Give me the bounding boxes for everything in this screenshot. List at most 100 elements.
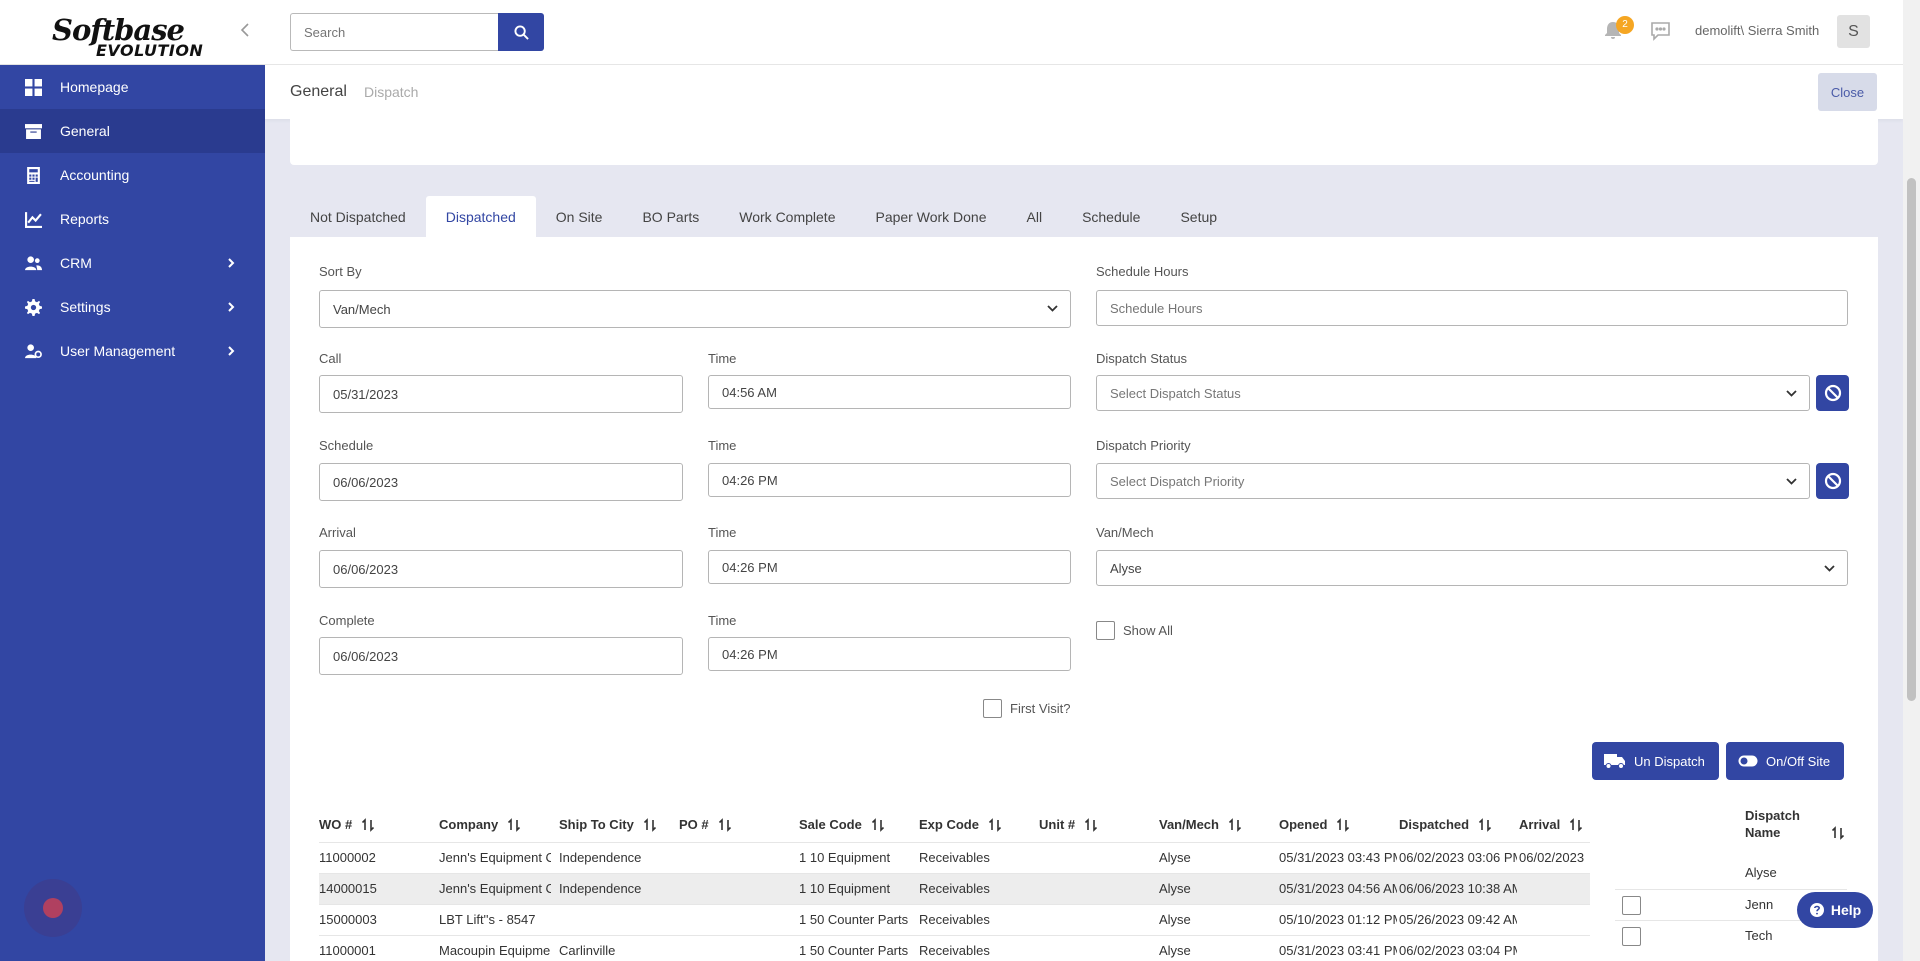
row-checkbox[interactable] (1622, 896, 1641, 915)
arrival-date-input[interactable]: 06/06/2023 (319, 550, 683, 588)
sidebar-item-crm[interactable]: CRM (0, 241, 265, 285)
chevron-down-icon (1785, 387, 1799, 401)
cell-unit (1039, 936, 1154, 961)
cell-po (679, 936, 794, 961)
sidebar-item-reports[interactable]: Reports (0, 197, 265, 241)
sort-by-label: Sort By (319, 264, 362, 279)
column-header-label: Arrival (1519, 817, 1561, 832)
sidebar-item-user-management[interactable]: User Management (0, 329, 265, 373)
avatar[interactable]: S (1837, 15, 1870, 48)
column-header-sale-code[interactable]: Sale Code (799, 807, 885, 842)
toggle-icon (1738, 755, 1758, 767)
sort-by-value: Van/Mech (333, 301, 391, 317)
schedule-time-input[interactable]: 04:26 PM (708, 463, 1071, 497)
sort-by-select[interactable]: Van/Mech (319, 290, 1071, 328)
table-row[interactable]: 11000001 Macoupin Equipment Carlinville … (319, 935, 1590, 961)
sidebar-item-label: Reports (60, 211, 110, 227)
complete-date-input[interactable]: 06/06/2023 (319, 637, 683, 675)
column-header-dispatch-name[interactable]: Dispatch Name (1745, 807, 1815, 841)
complete-time-input[interactable]: 04:26 PM (708, 637, 1071, 671)
show-all-checkbox[interactable] (1096, 621, 1115, 640)
message-icon[interactable] (1650, 21, 1672, 43)
column-header-company[interactable]: Company (439, 807, 521, 842)
schedule-time-label: Time (708, 438, 737, 453)
column-header-label: Exp Code (919, 817, 979, 832)
cell-exp-code: Receivables (919, 943, 990, 958)
schedule-date-value: 06/06/2023 (333, 474, 399, 490)
schedule-hours-input[interactable] (1096, 290, 1848, 326)
close-button[interactable]: Close (1818, 73, 1877, 111)
column-header-arrival[interactable]: Arrival (1519, 807, 1583, 842)
cell-sale-code: 1 50 Counter Parts (799, 912, 909, 927)
help-button[interactable]: Help (1797, 892, 1873, 928)
column-header-po[interactable]: PO # (679, 807, 732, 842)
row-checkbox[interactable] (1622, 927, 1641, 946)
cell-sale-code: 1 10 Equipment (799, 881, 891, 896)
un-dispatch-button[interactable]: Un Dispatch (1592, 742, 1719, 780)
table-row[interactable]: 15000003 LBT Lift''s - 8547 1 50 Counter… (319, 904, 1590, 935)
page-scrollbar[interactable] (1903, 0, 1920, 961)
arrival-time-input[interactable]: 04:26 PM (708, 550, 1071, 584)
column-header-ship-to-city[interactable]: Ship To City (559, 807, 657, 842)
van-mech-select[interactable]: Alyse (1096, 550, 1848, 586)
tab-all[interactable]: All (1007, 196, 1063, 237)
column-header-wo[interactable]: WO # (319, 807, 375, 842)
first-visit-checkbox[interactable] (983, 699, 1002, 718)
dispatch-status-label: Dispatch Status (1096, 351, 1188, 366)
call-time-input[interactable]: 04:56 AM (708, 375, 1071, 409)
tab-bo-parts[interactable]: BO Parts (622, 196, 719, 237)
table-row[interactable]: 11000002 Jenn's Equipment Co Independenc… (319, 842, 1590, 873)
cell-wo: 11000002 (319, 850, 376, 865)
column-header-exp-code[interactable]: Exp Code (919, 807, 1002, 842)
tab-dispatched[interactable]: Dispatched (425, 196, 536, 237)
column-header-label: Dispatched (1399, 817, 1470, 832)
chevron-right-icon (225, 300, 239, 314)
collapse-sidebar-icon[interactable] (236, 22, 256, 42)
clear-dispatch-priority-button[interactable] (1816, 463, 1849, 499)
tab-paper-work-done[interactable]: Paper Work Done (855, 196, 1006, 237)
cell-arrival (1519, 874, 1589, 904)
search-button[interactable] (498, 13, 544, 51)
complete-label: Complete (319, 613, 375, 628)
list-item[interactable]: Alyse (1615, 858, 1847, 889)
tab-setup[interactable]: Setup (1160, 196, 1237, 237)
dispatch-priority-select[interactable]: Select Dispatch Priority (1096, 463, 1810, 499)
cell-wo: 14000015 (319, 881, 377, 896)
schedule-date-input[interactable]: 06/06/2023 (319, 463, 683, 501)
column-header-label: WO # (319, 817, 353, 832)
sort-icon[interactable] (1831, 826, 1845, 843)
on-off-site-button[interactable]: On/Off Site (1726, 742, 1845, 780)
sidebar-item-settings[interactable]: Settings (0, 285, 265, 329)
column-header-dispatched[interactable]: Dispatched (1399, 807, 1492, 842)
search-input[interactable] (290, 13, 498, 51)
sidebar: Softbase EVOLUTION Homepage General Acco… (0, 0, 265, 961)
sidebar-item-accounting[interactable]: Accounting (0, 153, 265, 197)
call-date-input[interactable]: 05/31/2023 (319, 375, 683, 413)
tab-on-site[interactable]: On Site (536, 196, 623, 237)
clear-dispatch-status-button[interactable] (1816, 375, 1849, 411)
schedule-hours-label: Schedule Hours (1096, 264, 1189, 279)
cell-wo: 11000001 (319, 943, 376, 958)
column-header-unit[interactable]: Unit # (1039, 807, 1098, 842)
column-header-label: Sale Code (799, 817, 862, 832)
sidebar-item-homepage[interactable]: Homepage (0, 65, 265, 109)
logo[interactable]: Softbase EVOLUTION (52, 16, 203, 59)
schedule-time-value: 04:26 PM (722, 472, 778, 488)
user-name[interactable]: demolift\ Sierra Smith (1695, 23, 1819, 38)
breadcrumb-general[interactable]: General (290, 83, 347, 101)
column-header-van-mech[interactable]: Van/Mech (1159, 807, 1242, 842)
dispatch-status-select[interactable]: Select Dispatch Status (1096, 375, 1810, 411)
tab-schedule[interactable]: Schedule (1062, 196, 1160, 237)
chat-bubble-button[interactable] (24, 879, 82, 937)
scrollbar-thumb[interactable] (1907, 178, 1916, 701)
tab-work-complete[interactable]: Work Complete (719, 196, 855, 237)
table-row[interactable]: 14000015 Jenn's Equipment Co Independenc… (319, 873, 1590, 904)
tab-not-dispatched[interactable]: Not Dispatched (290, 196, 426, 237)
cell-po (679, 874, 794, 904)
cell-opened: 05/31/2023 04:56 AM (1279, 881, 1397, 896)
cell-dispatched: 05/26/2023 09:42 AM (1399, 912, 1517, 927)
column-header-opened[interactable]: Opened (1279, 807, 1350, 842)
schedule-label: Schedule (319, 438, 374, 453)
question-circle-icon (1809, 903, 1824, 917)
sidebar-item-general[interactable]: General (0, 109, 265, 153)
